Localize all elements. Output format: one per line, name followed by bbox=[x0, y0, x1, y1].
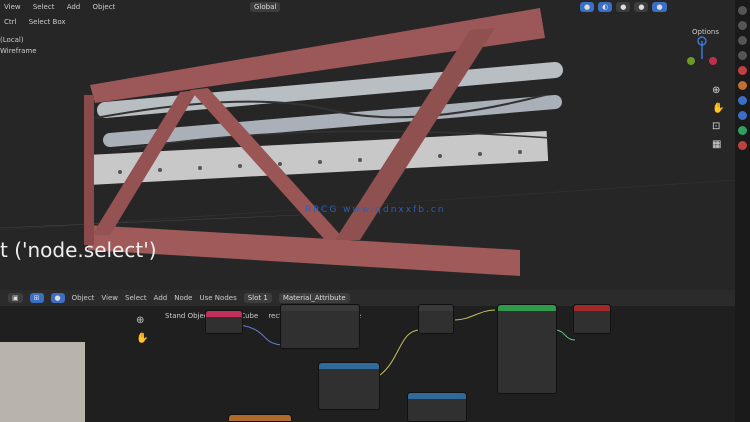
data-tab-icon[interactable] bbox=[738, 126, 747, 135]
watermark: RRCG www.qdnxxfb.cn bbox=[305, 205, 446, 215]
node-input[interactable] bbox=[228, 414, 292, 422]
render-tab-icon[interactable] bbox=[738, 21, 747, 30]
tool-tab-icon[interactable] bbox=[738, 6, 747, 15]
operator-tooltip: t ('node.select') bbox=[0, 238, 157, 262]
shader-node-editor[interactable]: ▣ ⊞ ● Object View Select Add Node Use No… bbox=[0, 290, 735, 422]
output-tab-icon[interactable] bbox=[738, 36, 747, 45]
constraints-tab-icon[interactable] bbox=[738, 111, 747, 120]
node-texture-2[interactable] bbox=[407, 392, 467, 422]
material-tab-icon[interactable] bbox=[738, 141, 747, 150]
properties-tab-bar bbox=[735, 0, 750, 422]
3d-viewport[interactable]: View Select Add Object Ctrl Select Box (… bbox=[0, 0, 735, 290]
node-attribute[interactable] bbox=[280, 304, 360, 349]
node-texture[interactable] bbox=[318, 362, 380, 410]
scene-tab-icon[interactable] bbox=[738, 51, 747, 60]
physics-tab-icon[interactable] bbox=[738, 96, 747, 105]
node-principled-bsdf[interactable] bbox=[497, 304, 557, 394]
node-material-output[interactable] bbox=[573, 304, 611, 334]
node-mix[interactable] bbox=[418, 304, 454, 334]
node-frame[interactable] bbox=[205, 310, 243, 334]
modifier-tab-icon[interactable] bbox=[738, 81, 747, 90]
object-tab-icon[interactable] bbox=[738, 66, 747, 75]
